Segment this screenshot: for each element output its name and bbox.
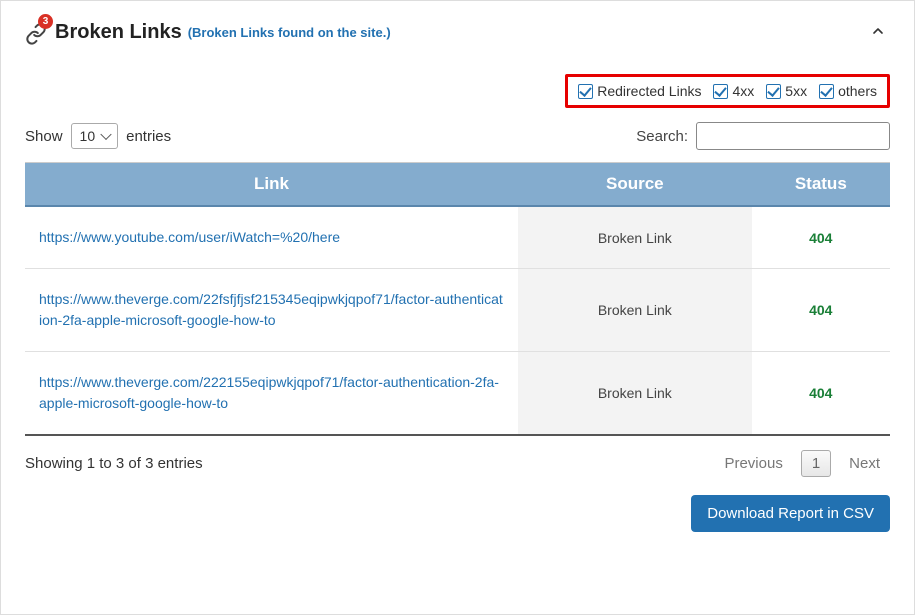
- table-row: https://www.youtube.com/user/iWatch=%20/…: [25, 206, 890, 269]
- checkbox-icon: [578, 84, 593, 99]
- filter-4xx[interactable]: 4xx: [713, 83, 754, 99]
- link-cell[interactable]: https://www.theverge.com/222155eqipwkjqp…: [25, 352, 518, 436]
- download-row: Download Report in CSV: [25, 495, 890, 532]
- source-cell: Broken Link: [518, 269, 752, 352]
- page-number[interactable]: 1: [801, 450, 831, 477]
- page-title: Broken Links: [55, 21, 182, 44]
- table-controls: Show 10 entries Search:: [25, 122, 890, 150]
- page-subtitle: (Broken Links found on the site.): [188, 25, 391, 40]
- badge-count: 3: [38, 14, 53, 29]
- checkbox-icon: [713, 84, 728, 99]
- link-cell[interactable]: https://www.youtube.com/user/iWatch=%20/…: [25, 206, 518, 269]
- filter-label: 4xx: [732, 83, 754, 99]
- length-select[interactable]: 10: [71, 123, 119, 149]
- checkbox-icon: [766, 84, 781, 99]
- col-status[interactable]: Status: [752, 163, 890, 207]
- source-cell: Broken Link: [518, 206, 752, 269]
- col-link[interactable]: Link: [25, 163, 518, 207]
- filter-others[interactable]: others: [819, 83, 877, 99]
- broken-links-panel: 3 Broken Links (Broken Links found on th…: [0, 0, 915, 615]
- table-header-row: Link Source Status: [25, 163, 890, 207]
- next-button[interactable]: Next: [839, 450, 890, 477]
- panel-header: 3 Broken Links (Broken Links found on th…: [25, 19, 890, 46]
- entries-label: entries: [126, 128, 171, 145]
- source-cell: Broken Link: [518, 352, 752, 436]
- table-footer: Showing 1 to 3 of 3 entries Previous 1 N…: [25, 450, 890, 477]
- table-row: https://www.theverge.com/22fsfjfjsf21534…: [25, 269, 890, 352]
- checkbox-icon: [819, 84, 834, 99]
- broken-link-icon: 3: [25, 23, 47, 45]
- pagination: Previous 1 Next: [714, 450, 890, 477]
- status-cell: 404: [752, 352, 890, 436]
- filter-5xx[interactable]: 5xx: [766, 83, 807, 99]
- broken-links-table: Link Source Status https://www.youtube.c…: [25, 162, 890, 436]
- status-cell: 404: [752, 269, 890, 352]
- filter-label: others: [838, 83, 877, 99]
- table-row: https://www.theverge.com/222155eqipwkjqp…: [25, 352, 890, 436]
- filters-box: Redirected Links 4xx 5xx others: [565, 74, 890, 108]
- showing-info: Showing 1 to 3 of 3 entries: [25, 455, 203, 472]
- title-wrap: 3 Broken Links (Broken Links found on th…: [25, 21, 391, 45]
- link-cell[interactable]: https://www.theverge.com/22fsfjfjsf21534…: [25, 269, 518, 352]
- filter-label: 5xx: [785, 83, 807, 99]
- search-control: Search:: [636, 122, 890, 150]
- prev-button[interactable]: Previous: [714, 450, 792, 477]
- filter-redirected[interactable]: Redirected Links: [578, 83, 701, 99]
- show-label: Show: [25, 128, 63, 145]
- status-cell: 404: [752, 206, 890, 269]
- length-control: Show 10 entries: [25, 123, 171, 149]
- search-input[interactable]: [696, 122, 890, 150]
- download-csv-button[interactable]: Download Report in CSV: [691, 495, 890, 532]
- collapse-toggle[interactable]: [866, 19, 890, 46]
- filter-label: Redirected Links: [597, 83, 701, 99]
- col-source[interactable]: Source: [518, 163, 752, 207]
- search-label: Search:: [636, 128, 688, 145]
- filters-row: Redirected Links 4xx 5xx others: [25, 74, 890, 108]
